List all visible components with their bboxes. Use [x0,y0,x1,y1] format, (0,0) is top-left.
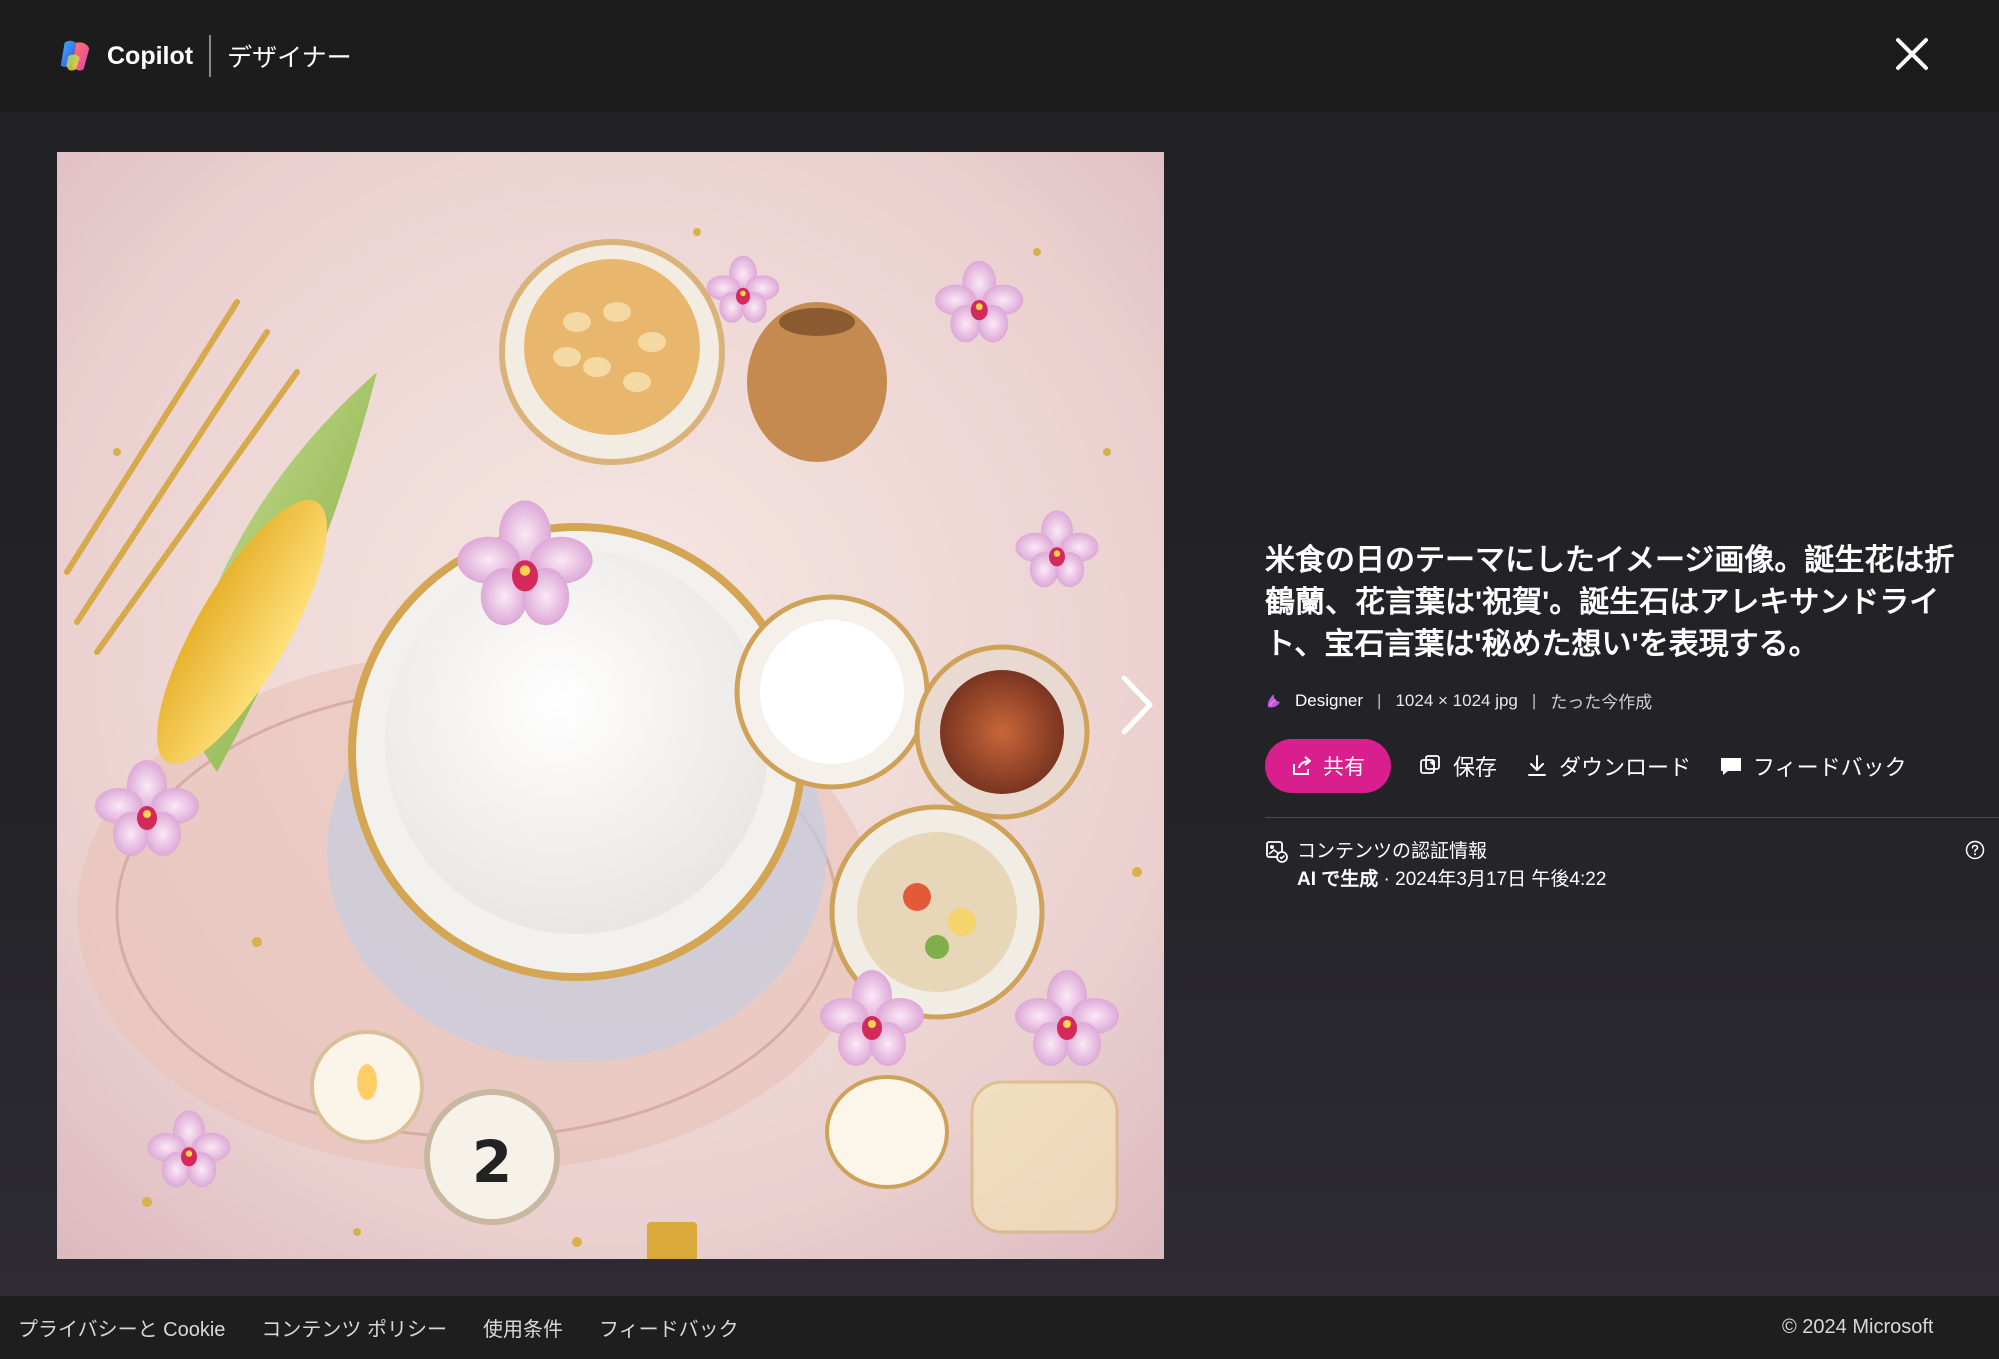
close-icon[interactable] [1888,30,1936,78]
download-icon [1528,755,1547,776]
meta-separator: | [1531,690,1537,710]
next-image-chevron-icon[interactable] [1116,672,1158,738]
generated-image-illustration: 2 [57,152,1164,1259]
generated-image[interactable]: 2 [57,152,1164,1259]
help-icon[interactable] [1965,840,1985,860]
created-time: たった今作成 [1550,693,1653,712]
download-button[interactable]: ダウンロード [1525,750,1691,782]
feedback-button[interactable]: フィードバック [1719,750,1907,782]
share-icon [1293,756,1311,775]
collection-save-icon [1420,755,1440,774]
footer-link-content-policy[interactable]: コンテンツ ポリシー [261,1313,447,1342]
svg-text:2: 2 [472,1128,512,1196]
ai-generated-label: AI で生成 [1297,869,1379,890]
save-button[interactable]: 保存 [1419,750,1497,782]
footer-link-terms[interactable]: 使用条件 [483,1313,563,1342]
footer-link-feedback[interactable]: フィードバック [599,1313,739,1342]
designer-app-icon [1267,693,1280,707]
image-description: 米食の日のテーマにしたイメージ画像。誕生花は折鶴蘭、花言葉は'祝賀'。誕生石はア… [1265,544,1955,661]
generated-date: · 2024年3月17日 午後4:22 [1378,869,1607,890]
image-details-panel: 米食の日のテーマにしたイメージ画像。誕生花は折鶴蘭、花言葉は'祝賀'。誕生石はア… [1265,540,1999,892]
brand-divider [209,35,212,77]
copilot-logo-icon [60,40,90,71]
feedback-label: フィードバック [1753,755,1907,780]
footer: プライバシーと Cookie コンテンツ ポリシー 使用条件 フィードバック ©… [0,1296,1999,1359]
section-divider [1265,817,1999,818]
image-size: 1024 × 1024 jpg [1395,690,1518,710]
content-credentials-icon [1266,841,1288,863]
share-button[interactable]: 共有 [1265,739,1391,793]
meta-separator: | [1377,690,1382,710]
save-label: 保存 [1453,755,1498,780]
footer-link-privacy[interactable]: プライバシーと Cookie [18,1313,225,1342]
top-bar: Copilot デザイナー [0,0,1999,112]
content-credentials: コンテンツの認証情報 AI で生成 · 2024年3月17日 午後4:22 [1265,836,1985,892]
section-name: デザイナー [227,44,352,72]
image-meta: Designer | 1024 × 1024 jpg | たった今作成 [1265,688,1985,713]
feedback-icon [1721,758,1742,775]
download-label: ダウンロード [1559,755,1692,780]
brand[interactable]: Copilot デザイナー [57,35,352,77]
app-name: Designer [1295,690,1364,710]
copyright: © 2024 Microsoft [1782,1316,1934,1338]
share-label: 共有 [1323,756,1365,779]
credentials-label: コンテンツの認証情報 [1297,841,1488,862]
credentials-detail: AI で生成 · 2024年3月17日 午後4:22 [1297,864,1606,891]
action-bar: 共有 保存 ダウンロード フィードバック [1265,739,1985,793]
brand-name: Copilot [107,41,194,70]
